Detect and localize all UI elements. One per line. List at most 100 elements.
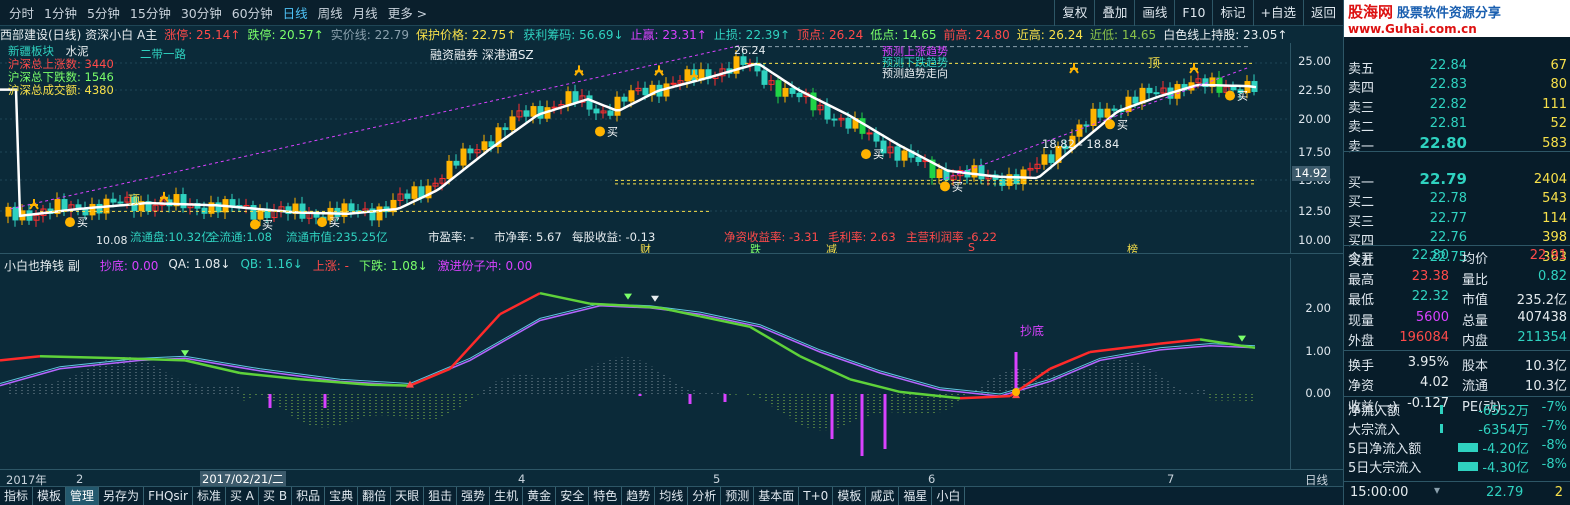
tool-btn-10[interactable]: 翻倍: [358, 487, 392, 505]
order-volume: 80: [1550, 77, 1567, 93]
tool-btn-20[interactable]: 分析: [688, 487, 722, 505]
flow-row: 净流入额 -6552万 -7%: [1344, 400, 1570, 419]
candle-body: [481, 141, 488, 151]
toolbar-btn-0[interactable]: 复权: [1054, 0, 1094, 26]
candle-body: [229, 199, 236, 207]
toolbar-btn-2[interactable]: 画线: [1134, 0, 1174, 26]
tool-btn-8[interactable]: 积品: [292, 487, 326, 505]
gross-margin-label: 毛利率: 2.63: [828, 230, 896, 244]
order-volume: 398: [1542, 230, 1567, 246]
second-line-label: 二带一路: [140, 47, 186, 61]
tool-btn-19[interactable]: 均线: [655, 487, 689, 505]
plate-info: 新疆板块 水泥 沪深总上涨数: 3440 沪深总下跌数: 1546 沪深总成交额…: [8, 45, 114, 97]
buy-hand-icon: [1105, 119, 1115, 130]
stat-row: 外盘 196084 内盘 211354: [1344, 330, 1570, 349]
tool-btn-9[interactable]: 宝典: [325, 487, 359, 505]
timeframe-8[interactable]: 月线: [348, 3, 383, 22]
info-item-9: 低点: 14.65: [870, 28, 937, 42]
qa-line: [589, 302, 631, 308]
tool-btn-22[interactable]: 基本面: [754, 487, 800, 505]
flow-bar: [1458, 443, 1478, 452]
tool-btn-17[interactable]: 特色: [589, 487, 623, 505]
qa-line: [239, 371, 301, 381]
candle-body: [376, 206, 383, 221]
tool-btn-4[interactable]: FHQsir: [144, 487, 193, 505]
tool-btn-7[interactable]: 买 B: [259, 487, 293, 505]
tool-btn-0[interactable]: 指标: [0, 487, 34, 505]
buy-hand-icon: [317, 217, 327, 228]
tool-btn-23[interactable]: T+0: [799, 487, 834, 505]
down-arrow-icon: [181, 350, 189, 357]
order-label: 卖五: [1348, 62, 1375, 77]
indicator-chart[interactable]: 抄底: [0, 272, 1290, 469]
timeframe-3[interactable]: 15分钟: [125, 3, 176, 22]
order-price: 22.79: [1419, 169, 1467, 188]
toolbar-btn-1[interactable]: 叠加: [1094, 0, 1134, 26]
date-axis: 2017年 2 2017/02/21/二 4 5 6 7 日线: [0, 469, 1343, 487]
timeframe-9[interactable]: 更多 >: [383, 3, 432, 22]
timeframe-0[interactable]: 分时: [4, 3, 39, 22]
tool-btn-21[interactable]: 预测: [721, 487, 755, 505]
tool-btn-15[interactable]: 黄金: [523, 487, 557, 505]
buy-hand-icon: [861, 149, 871, 160]
low-price-label: 10.08: [96, 234, 128, 247]
toolbar-btn-5[interactable]: +自选: [1252, 0, 1303, 26]
candle-body: [1048, 154, 1055, 163]
candle-body: [180, 194, 187, 209]
pb-label: 市净率: 5.67: [494, 230, 562, 244]
indicator-tick: 1.00: [1305, 344, 1331, 358]
tool-btn-1[interactable]: 模板: [33, 487, 67, 505]
tool-btn-6[interactable]: 买 A: [226, 487, 259, 505]
info-item-10: 前高: 24.80: [943, 28, 1010, 42]
tool-btn-11[interactable]: 天眼: [391, 487, 425, 505]
order-volume: 111: [1542, 96, 1567, 112]
candle-body: [61, 199, 68, 211]
rzrq-label: 融资融券 深港通SZ: [430, 48, 534, 62]
tool-btn-3[interactable]: 另存为: [99, 487, 145, 505]
stat-label-2: 均价: [1462, 252, 1489, 267]
flow-pct: -8%: [1541, 438, 1567, 453]
toolbar-btn-6[interactable]: 返回: [1302, 0, 1343, 26]
tool-btn-27[interactable]: 小白: [932, 487, 966, 505]
buy-label: 买: [1117, 118, 1128, 131]
candle-body: [110, 198, 117, 203]
qb-shadow-line: [0, 303, 1256, 395]
candle-body: [628, 90, 635, 102]
order-label: 卖三: [1348, 100, 1375, 116]
timeframe-2[interactable]: 5分钟: [82, 3, 125, 22]
order-volume: 2404: [1533, 171, 1567, 187]
profit-margin-label: 主营利润率 -6.22: [906, 230, 997, 244]
tool-btn-14[interactable]: 生机: [490, 487, 524, 505]
candle-body: [845, 117, 852, 129]
tool-btn-25[interactable]: 戚武: [866, 487, 900, 505]
candle-body: [789, 87, 796, 94]
tool-btn-18[interactable]: 趋势: [622, 487, 656, 505]
tool-btn-2[interactable]: 管理: [66, 487, 100, 505]
toolbar-btn-4[interactable]: 标记: [1212, 0, 1252, 26]
candle-body: [586, 95, 593, 110]
buy-hand-icon: [65, 217, 75, 228]
tool-btn-13[interactable]: 强势: [457, 487, 491, 505]
info-item-5: 获利筹码: 56.69↓: [523, 28, 624, 42]
timeframe-6[interactable]: 日线: [278, 3, 313, 22]
tool-btn-24[interactable]: 模板: [833, 487, 867, 505]
tool-btn-26[interactable]: 福星: [899, 487, 933, 505]
timeframe-5[interactable]: 60分钟: [227, 3, 278, 22]
timeframe-1[interactable]: 1分钟: [39, 3, 82, 22]
price-tick: 22.50: [1298, 83, 1331, 97]
tool-btn-12[interactable]: 狙击: [424, 487, 458, 505]
tool-btn-16[interactable]: 安全: [556, 487, 590, 505]
indicator-title[interactable]: 小白也挣钱 副: [4, 257, 80, 273]
kline-chart[interactable]: 买买买买买买买买 新疆板块 水泥 沪深总上涨数: 3440 沪深总下跌数: 15…: [0, 43, 1290, 253]
event-marker-s: S: [968, 241, 975, 253]
timeframe-4[interactable]: 30分钟: [176, 3, 227, 22]
flow-row: 大宗流入 -6354万 -7%: [1344, 419, 1570, 438]
date-tick: 4: [518, 472, 526, 486]
tool-btn-5[interactable]: 标准: [193, 487, 226, 505]
price-tick: 12.50: [1298, 204, 1331, 218]
pe-label: 市盈率: -: [428, 230, 475, 244]
timeframe-7[interactable]: 周线: [313, 3, 348, 22]
candle-body: [1230, 86, 1237, 91]
order-price: 22.81: [1429, 116, 1467, 132]
toolbar-btn-3[interactable]: F10: [1174, 0, 1212, 26]
